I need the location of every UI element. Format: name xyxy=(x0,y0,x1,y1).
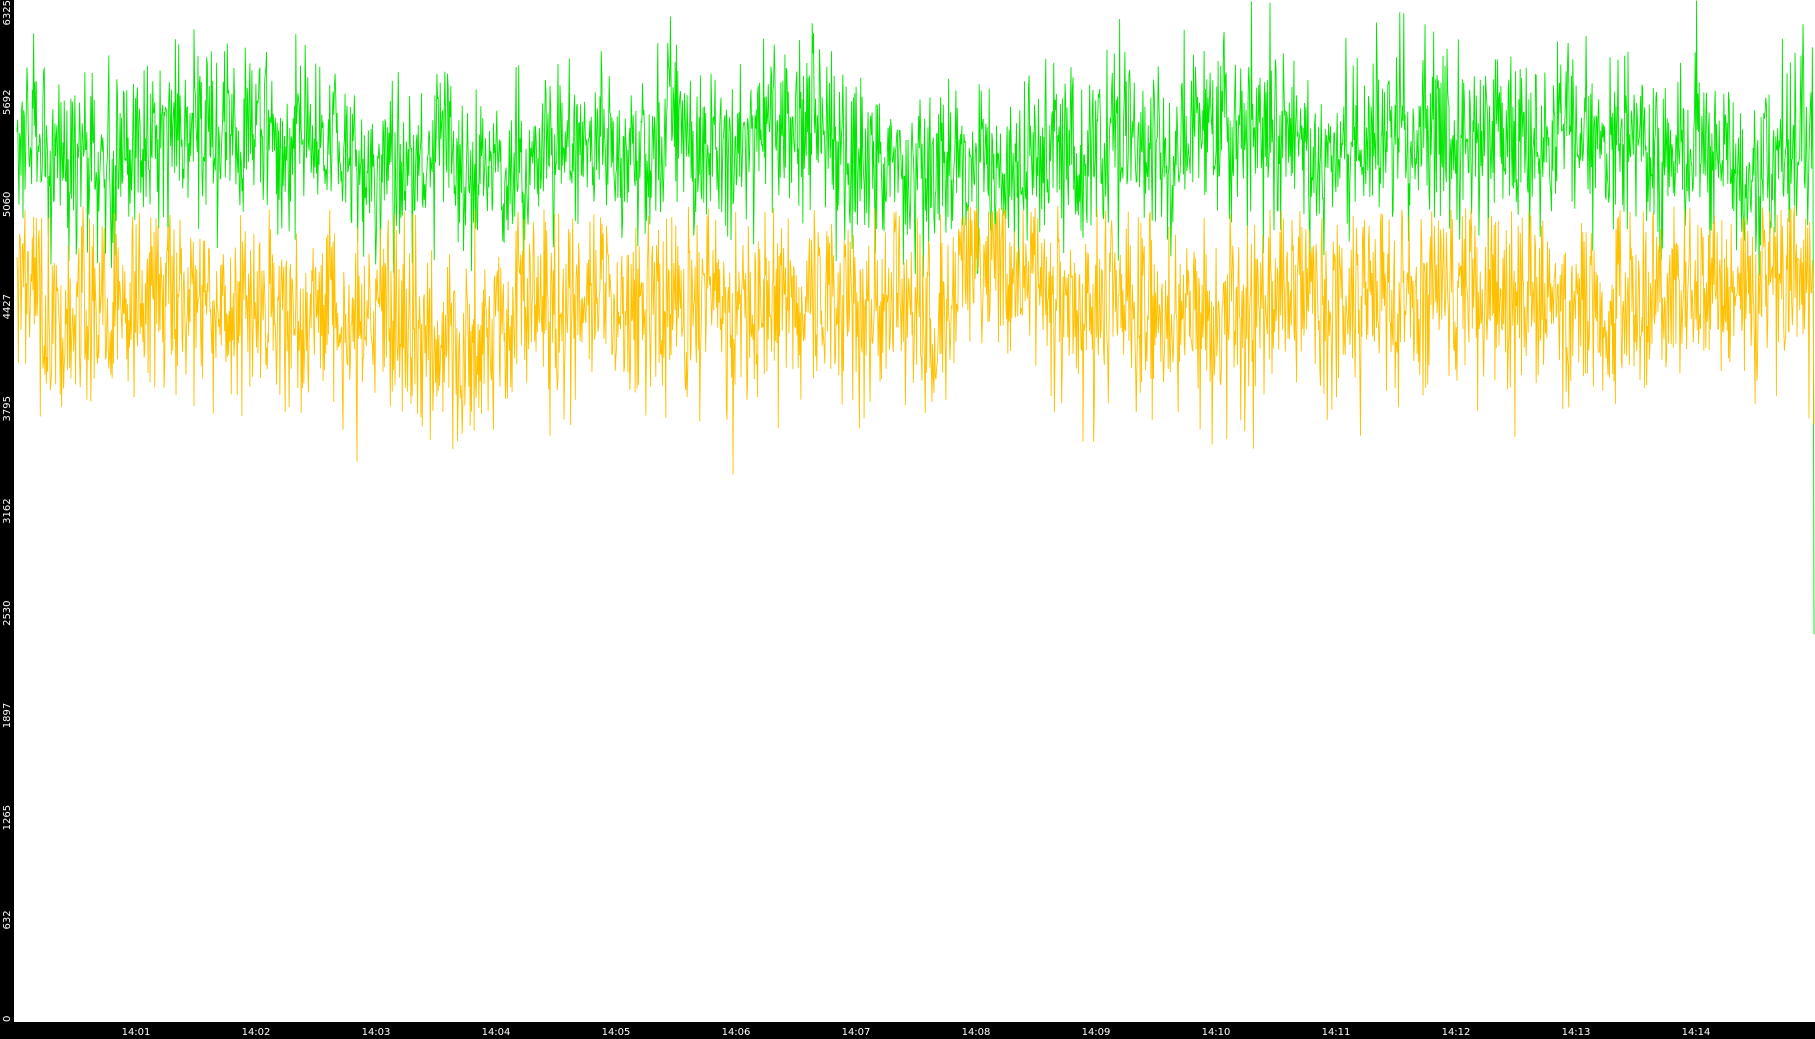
chart-container: 0 632 1265 1897 2530 3162 3795 4427 5060 5692 6325… xyxy=(0,0,1815,1039)
y-tick-label: 1265 xyxy=(2,805,13,830)
x-tick-label: 14:03 xyxy=(362,1027,391,1038)
y-tick-label: 5060 xyxy=(2,192,13,217)
x-tick-label: 14:14 xyxy=(1682,1027,1711,1038)
y-tick-label: 3162 xyxy=(2,498,13,523)
x-tick-label: 14:13 xyxy=(1562,1027,1591,1038)
y-tick-label: 3795 xyxy=(2,396,13,421)
x-tick-label: 14:01 xyxy=(122,1027,151,1038)
x-tick-label: 14:04 xyxy=(482,1027,511,1038)
y-tick-label: 6325 xyxy=(2,0,13,25)
x-tick-label: 14:02 xyxy=(242,1027,271,1038)
y-tick-label: 0 xyxy=(2,1016,13,1022)
y-tick-label: 4427 xyxy=(2,294,13,319)
x-tick-label: 14:08 xyxy=(962,1027,991,1038)
x-tick-label: 14:09 xyxy=(1082,1027,1111,1038)
y-tick-label: 1897 xyxy=(2,703,13,728)
x-tick-label: 14:05 xyxy=(602,1027,631,1038)
x-tick-label: 14:07 xyxy=(842,1027,871,1038)
x-tick-label: 14:11 xyxy=(1322,1027,1351,1038)
line-chart: 0 632 1265 1897 2530 3162 3795 4427 5060 5692 6325… xyxy=(0,0,1815,1039)
y-tick-label: 2530 xyxy=(2,600,13,625)
x-tick-label: 14:06 xyxy=(722,1027,751,1038)
y-tick-label: 632 xyxy=(2,910,13,929)
x-tick-label: 14:12 xyxy=(1442,1027,1471,1038)
x-tick-label: 14:10 xyxy=(1202,1027,1231,1038)
y-tick-label: 5692 xyxy=(2,90,13,115)
